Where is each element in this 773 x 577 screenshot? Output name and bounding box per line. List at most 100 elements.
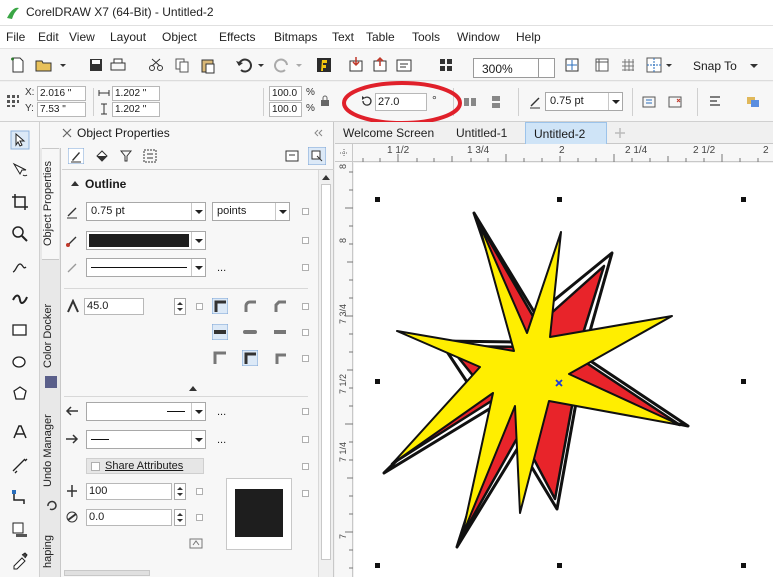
undo-dropdown-icon[interactable] (256, 55, 266, 75)
option-checkbox[interactable] (302, 463, 309, 470)
height-field[interactable]: 1.202 " (112, 102, 160, 117)
open-folder-icon[interactable] (34, 55, 54, 75)
publish-pdf-icon[interactable] (394, 55, 414, 75)
show-rulers-icon[interactable] (592, 55, 612, 75)
text-tool-icon[interactable] (10, 422, 30, 442)
scale-x-field[interactable]: 100.0 (269, 86, 302, 101)
spinner-icon[interactable] (174, 509, 186, 526)
scroll-up-icon[interactable] (321, 173, 331, 181)
mirror-horizontal-icon[interactable] (462, 94, 478, 110)
option-checkbox[interactable] (196, 514, 203, 521)
copy-icon[interactable] (172, 55, 192, 75)
zoom-tool-icon[interactable] (10, 224, 30, 244)
object-origin-icon[interactable] (6, 94, 20, 108)
round-corner-icon[interactable] (242, 298, 258, 314)
print-icon[interactable] (108, 55, 128, 75)
selection-handle-top-right[interactable] (741, 197, 746, 202)
collapse-docker-icon[interactable] (312, 127, 324, 139)
tab-untitled-2[interactable]: Untitled-2 (525, 122, 607, 144)
outline-width-select[interactable]: 0.75 pt (545, 92, 623, 111)
drawing-canvas[interactable] (354, 163, 773, 577)
outline-width-dropdown[interactable]: 0.75 pt (86, 202, 206, 221)
tab-object-properties[interactable]: Object Properties (42, 148, 59, 260)
nib-angle-field[interactable]: 0.0 (86, 509, 172, 526)
spinner-icon[interactable] (174, 298, 186, 315)
line-cap-extended-icon[interactable] (272, 324, 288, 340)
save-icon[interactable] (86, 55, 106, 75)
collapse-section-icon[interactable] (70, 179, 80, 187)
share-attributes-label[interactable]: Share Attributes (105, 460, 183, 472)
tab-shaping[interactable]: haping (42, 526, 59, 577)
cut-icon[interactable] (146, 55, 166, 75)
star-artwork[interactable] (354, 163, 773, 577)
menu-table[interactable]: Table (366, 30, 395, 44)
default-nib-icon[interactable] (188, 536, 204, 550)
selection-handle-bottom-right[interactable] (741, 563, 746, 568)
rotation-angle-field[interactable]: 27.0 (375, 93, 427, 111)
selection-handle-top[interactable] (557, 197, 562, 202)
export-icon[interactable] (370, 55, 390, 75)
ruler-origin[interactable] (335, 144, 353, 162)
menu-text[interactable]: Text (332, 30, 354, 44)
order-icon[interactable] (745, 94, 761, 110)
stretch-field[interactable]: 100 (86, 483, 172, 500)
tab-color-docker[interactable]: Color Docker (42, 298, 59, 374)
close-icon[interactable] (61, 127, 73, 139)
align-distribute-icon[interactable] (707, 94, 723, 110)
menu-effects[interactable]: Effects (219, 30, 255, 44)
artistic-media-tool-icon[interactable] (10, 288, 30, 308)
zoom-level-field[interactable]: 300% (473, 58, 539, 78)
option-checkbox[interactable] (302, 436, 309, 443)
transparency-tab-icon[interactable] (118, 148, 134, 164)
end-arrow-settings-button[interactable]: ... (217, 434, 226, 446)
x-position-field[interactable]: 2.016 " (37, 86, 86, 101)
menu-bitmaps[interactable]: Bitmaps (274, 30, 317, 44)
tab-welcome-screen[interactable]: Welcome Screen (343, 126, 434, 140)
option-checkbox[interactable] (302, 264, 309, 271)
selection-handle-right[interactable] (741, 379, 746, 384)
search-content-icon[interactable] (314, 55, 334, 75)
option-checkbox[interactable] (302, 303, 309, 310)
convert-to-curves-icon[interactable] (667, 94, 683, 110)
application-launcher-icon[interactable] (436, 55, 456, 75)
summary-tab-icon[interactable] (142, 148, 158, 164)
option-checkbox[interactable] (302, 355, 309, 362)
line-cap-square-icon[interactable] (212, 324, 228, 340)
y-position-field[interactable]: 7.53 " (37, 102, 86, 117)
position-center-icon[interactable] (242, 350, 258, 366)
undo-icon[interactable] (234, 55, 254, 75)
fill-tab-icon[interactable] (94, 148, 110, 164)
menu-file[interactable]: File (6, 30, 25, 44)
new-document-icon[interactable] (8, 55, 28, 75)
position-inside-icon[interactable] (272, 350, 288, 366)
parallel-dimension-tool-icon[interactable] (10, 456, 30, 476)
miter-corner-icon[interactable] (212, 298, 228, 314)
shape-tool-icon[interactable] (10, 160, 30, 180)
redo-icon[interactable] (272, 55, 292, 75)
show-grid-icon[interactable] (618, 55, 638, 75)
outline-style-dropdown[interactable] (86, 258, 206, 277)
rectangle-tool-icon[interactable] (10, 320, 30, 340)
import-icon[interactable] (346, 55, 366, 75)
selection-handle-bottom[interactable] (557, 563, 562, 568)
selection-handle-bottom-left[interactable] (375, 563, 380, 568)
paste-icon[interactable] (198, 55, 218, 75)
drop-shadow-tool-icon[interactable] (10, 520, 30, 540)
scrollbar-thumb[interactable] (321, 184, 331, 560)
menu-window[interactable]: Window (457, 30, 500, 44)
outline-units-dropdown[interactable]: points (212, 202, 290, 221)
ellipse-tool-icon[interactable] (10, 352, 30, 372)
new-tab-icon[interactable] (614, 127, 626, 139)
redo-dropdown-icon[interactable] (294, 55, 304, 75)
option-checkbox[interactable] (196, 303, 203, 310)
tab-untitled-1[interactable]: Untitled-1 (456, 126, 507, 140)
eyedropper-tool-icon[interactable] (10, 550, 30, 570)
mirror-vertical-icon[interactable] (488, 94, 504, 110)
start-arrow-settings-button[interactable]: ... (217, 406, 226, 418)
guidelines-dropdown-icon[interactable] (664, 55, 674, 75)
tab-undo-manager[interactable]: Undo Manager (42, 406, 59, 496)
menu-view[interactable]: View (69, 30, 95, 44)
miter-limit-field[interactable]: 45.0 (84, 298, 144, 315)
lock-ratio-icon[interactable] (319, 95, 331, 107)
pick-tool-icon[interactable] (10, 130, 30, 150)
